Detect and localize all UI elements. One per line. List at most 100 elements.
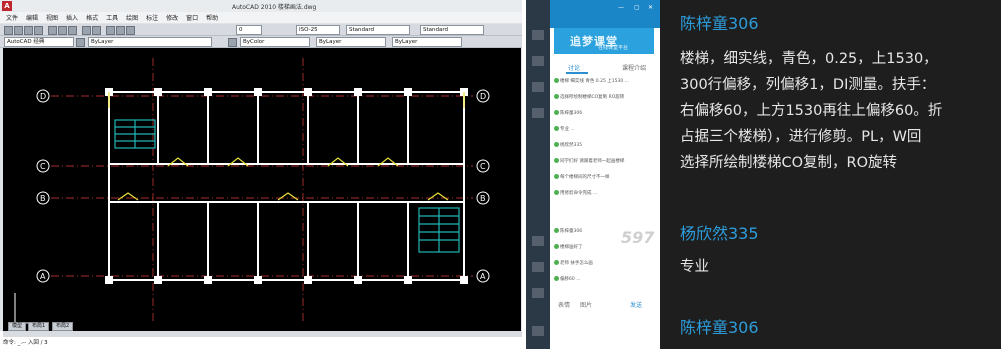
stairs-lower: [418, 207, 460, 253]
cut-icon[interactable]: [48, 26, 57, 35]
list-item: 偏移60 ...: [554, 276, 580, 282]
axis-label: B: [40, 194, 46, 203]
menu-dimension[interactable]: 标注: [146, 13, 158, 22]
menu-help[interactable]: 帮助: [206, 13, 218, 22]
menu-modify[interactable]: 修改: [166, 13, 178, 22]
axis-label: C: [40, 162, 46, 171]
settings-icon[interactable]: [532, 288, 544, 298]
drawing-canvas[interactable]: D C B A D C B A: [3, 48, 521, 331]
dim-style-select[interactable]: Standard: [420, 25, 484, 35]
layers-toolbar: AutoCAD 经典 ByLayer ByColor ByLayer ByLay…: [0, 36, 522, 48]
save-icon[interactable]: [24, 26, 33, 35]
list-item: 陈梓童306: [554, 228, 582, 234]
tab-layout2[interactable]: 布局2: [52, 322, 74, 331]
menu-insert[interactable]: 插入: [66, 13, 78, 22]
group-icon[interactable]: [532, 82, 544, 92]
message-icon[interactable]: [532, 108, 544, 118]
axis-label: A: [40, 272, 46, 281]
menu-format[interactable]: 格式: [86, 13, 98, 22]
standard-toolbar: 0 ISO-25 Standard Standard: [0, 24, 522, 36]
windows: [108, 92, 465, 201]
comment-text-line: 选择所绘制楼梯CO复制，RO旋转: [680, 155, 898, 171]
comment-text-line: 专业: [680, 259, 709, 275]
current-layer-select[interactable]: ByLayer: [88, 37, 212, 47]
chat-input-toolbar: 表情 图片 发送: [550, 300, 660, 310]
menu-file[interactable]: 文件: [6, 13, 18, 22]
comment-text-line: 楼梯，细实线，青色，0.25，上1530，: [680, 51, 938, 67]
emoji-icon[interactable]: 表情: [558, 300, 570, 309]
comment-entry: 陈梓童306 楼梯，细实线，青色，0.25，上1530， 300行偏移，列偏移1…: [680, 10, 942, 176]
lineweight-select[interactable]: ByLayer: [392, 37, 462, 47]
axis-label: C: [480, 162, 486, 171]
cad-title-bar: A AutoCAD 2010 楼梯画法.dwg: [0, 0, 522, 12]
exit-icon[interactable]: [532, 326, 544, 336]
tab-layout1[interactable]: 布局1: [28, 322, 50, 331]
linetype-select[interactable]: ByLayer: [316, 37, 386, 47]
stairs-upper: [114, 119, 156, 149]
floor-plan-drawing: D C B A D C B A: [14, 58, 490, 324]
open-file-icon[interactable]: [14, 26, 23, 35]
home-icon[interactable]: [532, 30, 544, 40]
video-icon[interactable]: [532, 262, 544, 272]
comment-username: 陈梓童306: [680, 318, 759, 337]
layer-manager-icon[interactable]: [76, 38, 85, 47]
columns: [105, 88, 468, 284]
paste-icon[interactable]: [68, 26, 77, 35]
chat-banner: 追梦课堂 在线课堂平台: [554, 28, 654, 54]
app-logo-icon[interactable]: A: [2, 1, 12, 11]
list-item: 用修剪命令完成 ...: [554, 190, 597, 196]
dimstyle-scale-select[interactable]: ISO-25: [296, 25, 340, 35]
axis-label: D: [480, 92, 486, 101]
contacts-icon[interactable]: [532, 56, 544, 66]
zoom-icon[interactable]: [116, 26, 125, 35]
pan-icon[interactable]: [106, 26, 115, 35]
list-item: 老师 扶手怎么画: [554, 260, 593, 266]
active-tab-indicator: [566, 72, 588, 74]
cad-menubar: 文件 编辑 视图 插入 格式 工具 绘图 标注 修改 窗口 帮助: [0, 12, 522, 23]
layer-state-icon[interactable]: [228, 38, 237, 47]
tab-course-intro[interactable]: 课程介绍: [622, 63, 646, 72]
list-item: 选择所绘制楼梯CO复制 RO旋转: [554, 94, 624, 100]
comment-username: 陈梓童306: [680, 14, 759, 33]
workspace-select[interactable]: AutoCAD 经典: [4, 37, 74, 47]
axis-label: D: [40, 92, 46, 101]
walls: [108, 91, 465, 281]
banner-subtitle: 在线课堂平台: [598, 45, 629, 51]
command-line[interactable]: 命令: _.-- 入回 / 3: [3, 338, 48, 346]
tab-model[interactable]: 模型: [8, 322, 27, 331]
send-button[interactable]: 发送: [630, 300, 642, 309]
list-item: 专业 ...: [554, 126, 575, 132]
comment-entry: 陈梓童306: [680, 314, 759, 338]
text-style-select[interactable]: Standard: [346, 25, 410, 35]
menu-view[interactable]: 视图: [46, 13, 58, 22]
layer-select[interactable]: 0: [236, 25, 262, 35]
image-icon[interactable]: 图片: [580, 300, 592, 309]
cad-window-title: AutoCAD 2010 楼梯画法.dwg: [232, 3, 317, 11]
menu-draw[interactable]: 绘图: [126, 13, 138, 22]
mic-icon[interactable]: [532, 236, 544, 246]
chat-tabs: 讨论 课程介绍: [550, 60, 660, 74]
redo-icon[interactable]: [92, 26, 101, 35]
menu-tools[interactable]: 工具: [106, 13, 118, 22]
horizontal-scrollbar[interactable]: [3, 331, 522, 337]
tab-discussion[interactable]: 讨论: [568, 63, 580, 72]
comment-text-line: 300行偏移，列偏移1，DI测量。扶手：: [680, 77, 936, 93]
watermark: 597: [621, 228, 655, 247]
menu-window[interactable]: 窗口: [186, 13, 198, 22]
list-item: 楼梯 细实线 青色 0.25 上1530 ...: [554, 78, 629, 84]
list-item: 杨欣然335: [554, 142, 582, 148]
new-file-icon[interactable]: [4, 26, 13, 35]
maximize-icon[interactable]: ▢: [634, 4, 644, 11]
print-icon[interactable]: [34, 26, 43, 35]
minimize-icon[interactable]: —: [618, 4, 628, 11]
command-area: 模型 布局1 布局2 命令: _.-- 入回 / 3: [0, 322, 522, 349]
menu-edit[interactable]: 编辑: [26, 13, 38, 22]
properties-icon[interactable]: [126, 26, 135, 35]
color-select[interactable]: ByColor: [240, 37, 310, 47]
comment-entry: 杨欣然335 专业: [680, 220, 759, 280]
undo-icon[interactable]: [82, 26, 91, 35]
copy-icon[interactable]: [58, 26, 67, 35]
close-icon[interactable]: ✕: [648, 4, 658, 11]
cad-window: A AutoCAD 2010 楼梯画法.dwg 文件 编辑 视图 插入 格式 工…: [0, 0, 522, 349]
list-item: 每个楼梯间的尺寸不一样: [554, 174, 610, 180]
